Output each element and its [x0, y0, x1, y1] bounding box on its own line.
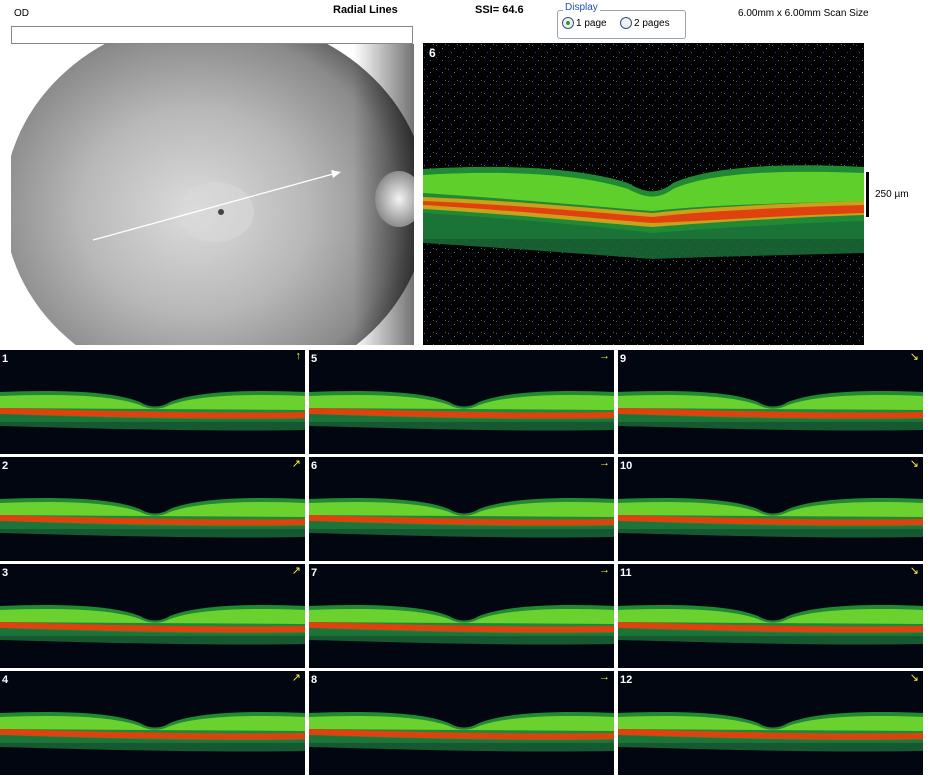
scan-tile[interactable]: 11 ↘	[618, 564, 923, 668]
scan-number: 5	[311, 353, 318, 365]
scan-tile[interactable]: 10 ↘	[618, 457, 923, 561]
scan-tile[interactable]: 6 →	[309, 457, 614, 561]
direction-arrow-icon: ↘	[909, 458, 919, 470]
main-scan-number: 6	[429, 46, 436, 60]
two-pages-label[interactable]: 2 pages	[634, 18, 670, 29]
main-oct-scan	[423, 43, 864, 345]
scale-label: 250 µm	[875, 189, 909, 200]
direction-arrow-icon: →	[599, 350, 610, 362]
scan-tile[interactable]: 4 ↗	[0, 671, 305, 775]
scan-number: 11	[620, 567, 632, 579]
fundus-header-field	[11, 26, 413, 44]
scan-number: 1	[2, 353, 9, 365]
radio-selected-dot	[566, 21, 570, 25]
direction-arrow-icon: ↘	[909, 672, 919, 684]
scale-bar	[866, 172, 869, 217]
scan-number: 7	[311, 567, 318, 579]
one-page-label[interactable]: 1 page	[576, 18, 607, 29]
fundus-image	[11, 44, 414, 345]
scan-tile[interactable]: 9 ↘	[618, 350, 923, 454]
scan-tile[interactable]: 3 ↗	[0, 564, 305, 668]
scan-size-label: 6.00mm x 6.00mm Scan Size	[738, 8, 869, 19]
direction-arrow-icon: ↗	[291, 565, 301, 577]
ssi-value: SSI= 64.6	[475, 4, 524, 16]
scan-tile[interactable]: 5 →	[309, 350, 614, 454]
scan-tile[interactable]: 7 →	[309, 564, 614, 668]
scan-tile[interactable]: 1 ↑	[0, 350, 305, 454]
scan-tile[interactable]: 2 ↗	[0, 457, 305, 561]
direction-arrow-icon: ↑	[295, 350, 302, 362]
scan-number: 2	[2, 460, 9, 472]
scan-tile[interactable]: 8 →	[309, 671, 614, 775]
direction-arrow-icon: →	[599, 671, 610, 683]
two-pages-radio[interactable]	[620, 17, 632, 29]
direction-arrow-icon: ↗	[291, 458, 301, 470]
scan-number: 9	[620, 353, 627, 365]
scan-number: 4	[2, 674, 9, 686]
scan-number: 12	[620, 674, 633, 686]
scan-number: 8	[311, 674, 318, 686]
direction-arrow-icon: ↘	[909, 565, 919, 577]
scan-number: 6	[311, 460, 318, 472]
scan-number: 10	[620, 460, 633, 472]
scan-number: 3	[2, 567, 9, 579]
direction-arrow-icon: →	[599, 564, 610, 576]
display-legend: Display	[563, 2, 600, 13]
direction-arrow-icon: ↗	[291, 672, 301, 684]
scan-mode-label: Radial Lines	[333, 4, 398, 16]
one-page-radio[interactable]	[562, 17, 574, 29]
eye-label: OD	[14, 8, 29, 19]
direction-arrow-icon: ↘	[909, 351, 919, 363]
scan-tile[interactable]: 12 ↘	[618, 671, 923, 775]
direction-arrow-icon: →	[599, 457, 610, 469]
